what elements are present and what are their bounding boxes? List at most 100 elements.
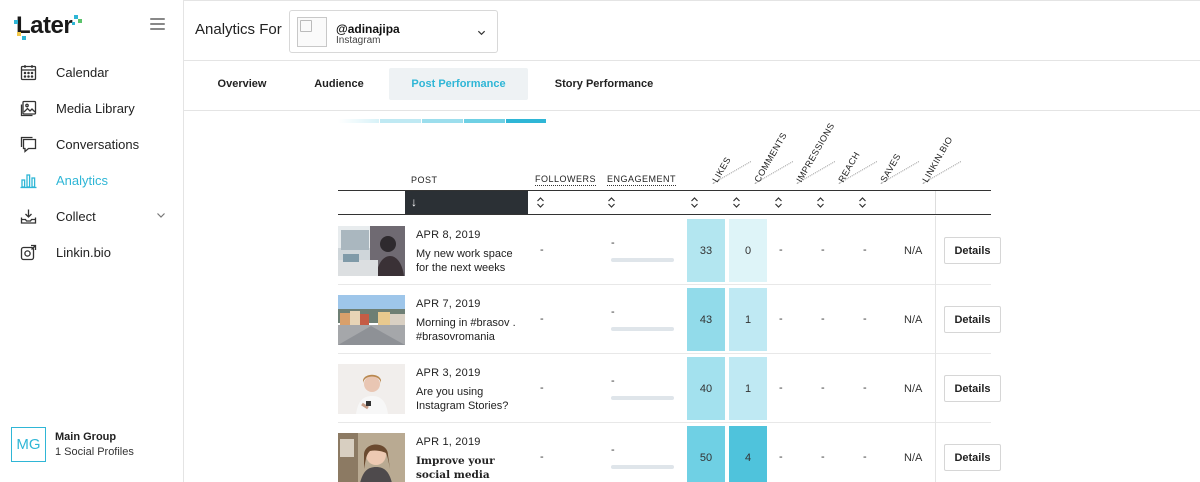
- sidebar-item-label: Conversations: [56, 136, 140, 152]
- sidebar-item-label: Linkin.bio: [56, 244, 111, 260]
- sidebar-nav: Calendar Media Library Conversations Ana…: [0, 54, 183, 270]
- column-header-likes[interactable]: LIKES: [710, 155, 732, 184]
- post-thumbnail[interactable]: [338, 226, 405, 276]
- saves-value: -: [863, 244, 867, 256]
- chevron-down-icon[interactable]: [156, 210, 166, 220]
- linkinbio-value: N/A: [904, 314, 923, 326]
- account-network: Instagram: [336, 35, 381, 46]
- table-header-rule: [338, 214, 991, 215]
- post-caption: Morning in #brasov . #brasovromania: [416, 317, 516, 343]
- details-button[interactable]: Details: [944, 444, 1001, 471]
- progress-segment: [380, 119, 421, 123]
- tab-story-performance[interactable]: Story Performance: [538, 68, 670, 100]
- chat-icon: [19, 135, 37, 153]
- column-header-saves[interactable]: SAVES: [878, 152, 902, 184]
- column-header-linkinbio[interactable]: LINKIN.BIO: [920, 135, 954, 184]
- post-thumbnail[interactable]: [338, 433, 405, 482]
- sort-followers-icon[interactable]: [536, 197, 545, 208]
- likes-cell: 43: [687, 288, 725, 351]
- column-header-impressions[interactable]: IMPRESSIONS: [794, 121, 836, 184]
- column-header-post[interactable]: POST: [411, 175, 438, 185]
- column-header-reach[interactable]: REACH: [836, 150, 861, 184]
- group-name: Main Group: [55, 431, 117, 443]
- menu-toggle-icon[interactable]: [150, 18, 165, 30]
- sidebar-item-analytics[interactable]: Analytics: [0, 162, 183, 198]
- engagement-value: -: [611, 306, 615, 318]
- reach-value: -: [821, 451, 825, 463]
- tab-audience[interactable]: Audience: [297, 68, 381, 100]
- calendar-icon: [19, 63, 37, 81]
- column-header-comments[interactable]: COMMENTS: [752, 131, 789, 184]
- sidebar-item-conversations[interactable]: Conversations: [0, 126, 183, 162]
- post-date: APR 1, 2019: [416, 436, 481, 448]
- progress-segment: [506, 119, 546, 123]
- details-button[interactable]: Details: [944, 237, 1001, 264]
- post-caption: Are you using Instagram Stories?: [416, 386, 509, 412]
- sort-post-active[interactable]: ↓: [405, 191, 528, 214]
- chevron-down-icon: [477, 30, 486, 36]
- linkinbio-value: N/A: [904, 383, 923, 395]
- comments-cell: 1: [729, 357, 767, 420]
- sidebar-item-label: Media Library: [56, 100, 135, 116]
- progress-segment: [338, 119, 379, 123]
- sidebar-item-label: Calendar: [56, 64, 109, 80]
- column-header-followers[interactable]: FOLLOWERS: [535, 174, 597, 186]
- sidebar-item-calendar[interactable]: Calendar: [0, 54, 183, 90]
- sort-reach-icon[interactable]: [816, 197, 825, 208]
- followers-value: -: [540, 313, 544, 325]
- impressions-value: -: [779, 382, 783, 394]
- account-handle: @adinajipa: [336, 22, 400, 36]
- sort-saves-icon[interactable]: [858, 197, 867, 208]
- likes-cell: 50: [687, 426, 725, 482]
- sidebar: Later Calendar Media Library Conversatio…: [0, 0, 184, 482]
- tab-post-performance[interactable]: Post Performance: [389, 68, 528, 100]
- logo-text: Later: [16, 12, 73, 39]
- post-date: APR 8, 2019: [416, 229, 481, 241]
- sort-likes-icon[interactable]: [690, 197, 699, 208]
- reach-value: -: [821, 313, 825, 325]
- account-selector[interactable]: @adinajipa Instagram: [289, 10, 498, 53]
- arrow-down-icon: ↓: [411, 195, 417, 209]
- likes-cell: 40: [687, 357, 725, 420]
- sort-engagement-icon[interactable]: [607, 197, 616, 208]
- post-thumbnail[interactable]: [338, 295, 405, 345]
- account-avatar: [297, 17, 327, 47]
- progress-segment: [422, 119, 463, 123]
- image-icon: [19, 99, 37, 117]
- sort-comments-icon[interactable]: [732, 197, 741, 208]
- post-date: APR 7, 2019: [416, 298, 481, 310]
- engagement-value: -: [611, 375, 615, 387]
- page-title: Analytics For: [195, 21, 282, 38]
- saves-value: -: [863, 451, 867, 463]
- sidebar-item-media-library[interactable]: Media Library: [0, 90, 183, 126]
- tab-overview[interactable]: Overview: [200, 68, 284, 100]
- engagement-value: -: [611, 237, 615, 249]
- sidebar-item-label: Analytics: [56, 172, 109, 188]
- comments-cell: 4: [729, 426, 767, 482]
- table-row: APR 1, 2019 Improve your social media pr…: [338, 423, 1001, 482]
- link-bio-icon: [19, 243, 37, 261]
- comments-cell: 1: [729, 288, 767, 351]
- sidebar-item-label: Collect: [56, 208, 96, 224]
- sort-impressions-icon[interactable]: [774, 197, 783, 208]
- followers-value: -: [540, 382, 544, 394]
- column-header-engagement[interactable]: ENGAGEMENT: [607, 174, 677, 186]
- details-button[interactable]: Details: [944, 375, 1001, 402]
- inbox-download-icon: [19, 207, 37, 225]
- post-thumbnail[interactable]: [338, 364, 405, 414]
- followers-value: -: [540, 451, 544, 463]
- loading-progress: [338, 119, 546, 123]
- sidebar-item-collect[interactable]: Collect: [0, 198, 183, 234]
- engagement-bar: [611, 327, 674, 331]
- engagement-value: -: [611, 444, 615, 456]
- saves-value: -: [863, 382, 867, 394]
- details-button[interactable]: Details: [944, 306, 1001, 333]
- progress-segment: [464, 119, 505, 123]
- sidebar-item-linkin-bio[interactable]: Linkin.bio: [0, 234, 183, 270]
- later-logo[interactable]: Later: [14, 12, 82, 40]
- engagement-bar: [611, 396, 674, 400]
- likes-cell: 33: [687, 219, 725, 282]
- reach-value: -: [821, 244, 825, 256]
- table-row: APR 3, 2019 Are you using Instagram Stor…: [338, 354, 1001, 423]
- group-switcher[interactable]: MG Main Group 1 Social Profiles: [11, 427, 134, 462]
